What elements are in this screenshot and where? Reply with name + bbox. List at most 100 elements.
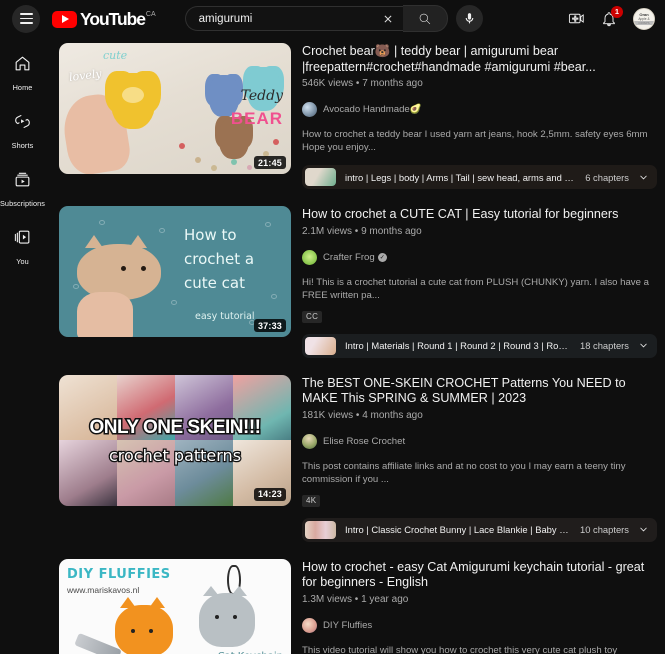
search-results-list: cute lovely Teddy BEAR 21:45 Crochet bea… xyxy=(45,37,665,654)
channel-avatar xyxy=(302,102,317,117)
channel-name: DIY Fluffies xyxy=(323,619,373,631)
bell-icon[interactable]: 1 xyxy=(601,5,623,27)
thumbnail-text-lovely: lovely xyxy=(68,67,103,84)
avatar-line-3: CRISPS xyxy=(634,20,654,25)
orange-cat-shape xyxy=(115,596,173,654)
video-badges: CC xyxy=(302,310,657,323)
sidebar-item-label: Subscriptions xyxy=(0,199,46,208)
home-icon xyxy=(13,54,32,78)
chapter-thumbnail xyxy=(305,520,336,539)
sidebar-item-subscriptions[interactable]: Subscriptions xyxy=(0,159,45,217)
chevron-down-icon[interactable] xyxy=(638,172,649,183)
sidebar-item-shorts[interactable]: Shorts xyxy=(0,101,45,159)
hamburger-line xyxy=(19,17,33,20)
video-meta: How to crochet a CUTE CAT | Easy tutoria… xyxy=(302,206,657,358)
video-thumbnail[interactable]: How to crochet a cute cat easy tutorial … xyxy=(59,206,291,337)
grey-cat-shape xyxy=(199,585,255,647)
search-result-item: cute lovely Teddy BEAR 21:45 Crochet bea… xyxy=(59,43,657,189)
chapter-thumbnail xyxy=(305,336,336,355)
page-body: Home Shorts Subscriptions You cute lovel… xyxy=(0,37,665,654)
upload-age: 4 months ago xyxy=(362,409,423,421)
thumbnail-text-cute: cute xyxy=(103,49,128,62)
thumbnail-text-subhead: crochet patterns xyxy=(108,445,243,467)
chapter-list-text: intro | Legs | body | Arms | Tail | sew … xyxy=(345,171,577,183)
status-badge: 4K xyxy=(302,494,321,507)
chapter-thumbnail xyxy=(305,168,336,186)
hand-shape xyxy=(77,292,133,337)
thumbnail-text-headline: ONLY ONE SKEIN!!! xyxy=(88,415,262,439)
chapters-strip[interactable]: Intro | Classic Crochet Bunny | Lace Bla… xyxy=(302,517,657,542)
top-navigation-bar: YouTube CA 1 Oran A xyxy=(0,0,665,37)
channel-name: Avocado Handmade🥑 xyxy=(323,104,422,115)
top-bar-actions: 1 Oran Apple & CRISPS xyxy=(568,0,655,37)
thumbnail-art: DIY FLUFFIES www.mariskavos.nl Cat Keych… xyxy=(59,558,291,654)
video-meta: Crochet bear🐻 | teddy bear | amigurumi b… xyxy=(302,43,657,189)
chevron-down-icon[interactable] xyxy=(638,340,649,351)
search-button[interactable] xyxy=(402,5,448,32)
cat-shape xyxy=(77,235,161,300)
video-description: This post contains affiliate links and a… xyxy=(302,460,626,485)
video-duration-badge: 21:45 xyxy=(253,156,286,169)
channel-link[interactable]: DIY Fluffies xyxy=(302,617,657,633)
video-stats: 546K views • 7 months ago xyxy=(302,78,657,89)
channel-avatar xyxy=(302,433,317,449)
thumbnail-headline-band: ONLY ONE SKEIN!!! xyxy=(59,413,291,443)
channel-name: Crafter Frog ✓ xyxy=(323,252,387,263)
search-area xyxy=(184,5,483,32)
youtube-logo[interactable]: YouTube CA xyxy=(52,10,156,28)
create-video-icon[interactable] xyxy=(568,10,585,27)
thumbnail-text-url: www.mariskavos.nl xyxy=(67,584,140,595)
chapter-count-label: 6 chapters xyxy=(585,171,629,183)
chevron-down-icon[interactable] xyxy=(638,524,649,535)
video-thumbnail[interactable]: ONLY ONE SKEIN!!! crochet patterns 14:23 xyxy=(59,374,291,506)
sidebar-item-you[interactable]: You xyxy=(0,217,45,275)
thumbnail-text-teddy: Teddy xyxy=(240,88,283,104)
search-box[interactable] xyxy=(184,6,403,31)
thumbnail-text-caption1: Cat Keychain xyxy=(218,651,283,654)
close-icon[interactable] xyxy=(377,8,399,30)
hamburger-line xyxy=(19,13,33,15)
channel-avatar xyxy=(302,617,317,633)
chapter-list-text: Intro | Materials | Round 1 | Round 2 | … xyxy=(345,340,571,351)
upload-age: 7 months ago xyxy=(362,78,423,89)
channel-link[interactable]: Elise Rose Crochet xyxy=(302,433,657,449)
thumbnail-subhead-band: crochet patterns xyxy=(59,443,291,469)
video-description: Hi! This is a crochet tutorial a cute ca… xyxy=(302,276,649,301)
search-input[interactable] xyxy=(198,12,377,25)
sidebar-item-home[interactable]: Home xyxy=(0,43,45,101)
thumbnail-text-brand: DIY FLUFFIES xyxy=(67,566,171,582)
video-title[interactable]: The BEST ONE-SKEIN CROCHET Patterns You … xyxy=(302,376,657,407)
view-count: 1.3M views xyxy=(302,593,353,605)
yellow-bear-shape xyxy=(111,73,155,129)
chapters-strip[interactable]: intro | Legs | body | Arms | Tail | sew … xyxy=(302,165,657,189)
sidebar-item-label: Home xyxy=(12,83,33,92)
microphone-icon[interactable] xyxy=(455,5,483,32)
video-title[interactable]: Crochet bear🐻 | teddy bear | amigurumi b… xyxy=(302,44,657,75)
youtube-play-icon xyxy=(52,10,77,28)
channel-link[interactable]: Crafter Frog ✓ xyxy=(302,249,657,265)
view-count: 181K views xyxy=(302,409,354,421)
shorts-icon xyxy=(13,112,32,136)
video-title[interactable]: How to crochet - easy Cat Amigurumi keyc… xyxy=(302,560,657,591)
mini-sidebar: Home Shorts Subscriptions You xyxy=(0,37,45,654)
subscriptions-icon xyxy=(13,170,32,194)
chapter-count-label: 10 chapters xyxy=(580,524,629,535)
video-thumbnail[interactable]: DIY FLUFFIES www.mariskavos.nl Cat Keych… xyxy=(59,558,291,654)
upload-age: 1 year ago xyxy=(361,593,409,605)
thumbnail-art: cute lovely Teddy BEAR xyxy=(59,43,291,174)
video-meta: The BEST ONE-SKEIN CROCHET Patterns You … xyxy=(302,375,657,542)
channel-link[interactable]: Avocado Handmade🥑 xyxy=(302,102,657,117)
hamburger-menu-icon[interactable] xyxy=(12,4,40,33)
video-thumbnail[interactable]: cute lovely Teddy BEAR 21:45 xyxy=(59,43,291,174)
channel-avatar xyxy=(302,249,317,265)
video-title[interactable]: How to crochet a CUTE CAT | Easy tutoria… xyxy=(302,207,657,223)
chapters-strip[interactable]: Intro | Materials | Round 1 | Round 2 | … xyxy=(302,333,657,358)
avatar[interactable]: Oran Apple & CRISPS xyxy=(633,7,655,30)
channel-name: Elise Rose Crochet xyxy=(323,435,406,447)
verified-badge-icon: ✓ xyxy=(377,252,387,262)
thumbnail-text-line3: cute cat xyxy=(184,274,245,292)
view-count: 2.1M views xyxy=(302,225,353,237)
video-badges: 4K xyxy=(302,494,657,507)
thumbnail-text-line1: How to xyxy=(184,226,237,244)
chapter-count-label: 18 chapters xyxy=(580,340,629,351)
